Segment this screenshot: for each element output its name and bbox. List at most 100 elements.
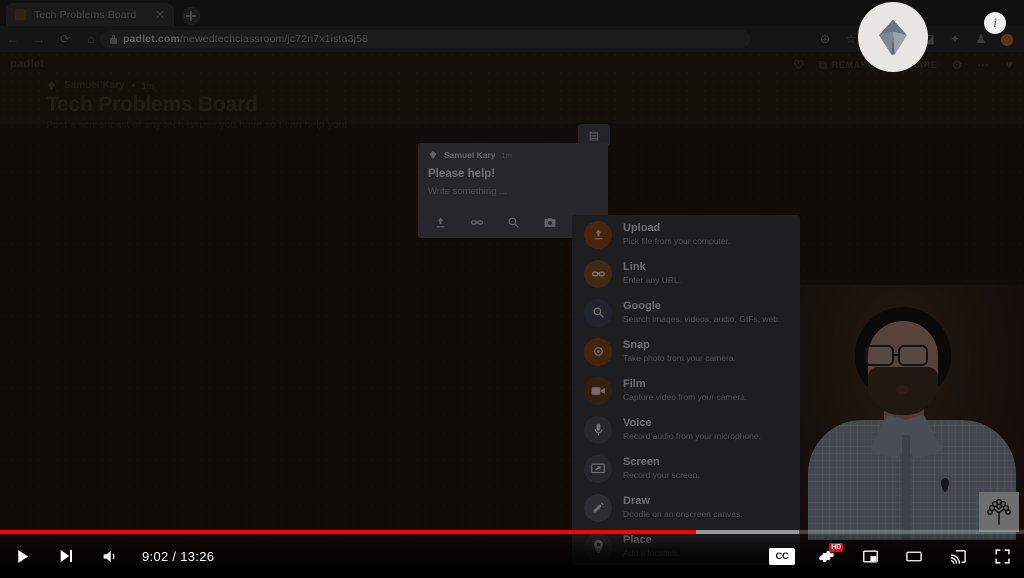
- extensions-icon[interactable]: ✦: [942, 26, 968, 52]
- back-arrow-icon: ←: [7, 32, 19, 46]
- address-bar-url: padlet.com/newedtechclassroom/jc72n7x1is…: [123, 33, 368, 45]
- menu-item-desc: Take photo from your camera.: [623, 352, 736, 363]
- menu-item-snap[interactable]: Snap Take photo from your camera.: [572, 332, 800, 371]
- link-icon: [584, 259, 612, 288]
- address-bar[interactable]: padlet.com/newedtechclassroom/jc72n7x1is…: [100, 30, 750, 48]
- menu-item-title: Screen: [623, 456, 660, 469]
- video-player-controls: 9:02 / 13:26 CC HD: [0, 530, 1024, 578]
- forward-button[interactable]: →: [26, 26, 52, 52]
- board-author-row: Samuel Kary 1m: [46, 80, 347, 91]
- menu-item-title: Draw: [623, 495, 650, 508]
- reload-button[interactable]: ⟳: [52, 26, 78, 52]
- shirt-logo-icon: [941, 478, 949, 492]
- menu-item-google[interactable]: Google Search images, videos, audio, GIFs…: [572, 293, 800, 332]
- new-tab-button[interactable]: [182, 7, 200, 25]
- attachment-menu[interactable]: Upload Pick file from your computer. Link…: [572, 215, 800, 565]
- menu-item-desc: Capture video from your camera.: [623, 391, 748, 402]
- menu-item-voice[interactable]: Voice Record audio from your microphone.: [572, 410, 800, 449]
- board-author-name: Samuel Kary: [64, 80, 125, 91]
- upload-icon: [584, 220, 612, 249]
- closed-captions-icon: CC: [769, 547, 795, 565]
- composer-body-input[interactable]: Write something ...: [418, 180, 608, 197]
- url-domain: padlet.com: [123, 33, 180, 45]
- channel-avatar-overlay[interactable]: [858, 2, 928, 72]
- menu-item-desc: Pick file from your computer.: [623, 235, 731, 246]
- padlet-logo[interactable]: padlet: [10, 58, 44, 70]
- camera-icon[interactable]: [543, 216, 557, 232]
- composer-author-name: Samuel Kary: [444, 150, 496, 160]
- url-path: /newedtechclassroom/jc72n7x1ista3j58: [179, 33, 369, 45]
- menu-item-title: Upload: [623, 222, 661, 235]
- menu-item-film[interactable]: Film Capture video from your camera.: [572, 371, 800, 410]
- search-icon[interactable]: [507, 216, 520, 232]
- separator-dot: [131, 84, 135, 87]
- menu-item-desc: Enter any URL.: [623, 274, 682, 285]
- forward-arrow-icon: →: [33, 32, 45, 46]
- paper-crane-icon: [879, 19, 907, 55]
- next-video-icon: [60, 550, 72, 562]
- menu-item-draw[interactable]: Draw Doodle on an onscreen canvas.: [572, 488, 800, 527]
- screen-record-icon: [584, 454, 612, 483]
- fullscreen-icon: [994, 548, 1010, 564]
- menu-item-link[interactable]: Link Enter any URL.: [572, 254, 800, 293]
- cast-icon: [950, 549, 966, 564]
- miniplayer-button[interactable]: [848, 534, 892, 578]
- menu-item-upload[interactable]: Upload Pick file from your computer.: [572, 215, 800, 254]
- snap-camera-icon: [584, 337, 612, 366]
- share-icon[interactable]: ⊕: [812, 26, 838, 52]
- tab-title: Tech Problems Board: [34, 8, 137, 21]
- upload-icon[interactable]: [434, 216, 447, 232]
- tab-favicon-icon: [14, 8, 27, 21]
- composer-title-input[interactable]: Please help!: [418, 160, 608, 180]
- play-button[interactable]: [0, 534, 44, 578]
- miniplayer-icon: [862, 550, 878, 562]
- board-timestamp: 1m: [141, 80, 155, 91]
- menu-item-title: Film: [623, 378, 646, 391]
- time-display: 9:02 / 13:26: [142, 548, 215, 564]
- browser-tab[interactable]: Tech Problems Board: [6, 3, 174, 26]
- reload-icon: ⟳: [59, 32, 71, 46]
- fullscreen-button[interactable]: [980, 534, 1024, 578]
- menu-item-desc: Doodle on an onscreen canvas.: [623, 508, 743, 519]
- gear-icon[interactable]: ⚙: [952, 58, 963, 72]
- next-video-button[interactable]: [44, 534, 88, 578]
- theater-mode-button[interactable]: [892, 534, 936, 578]
- info-badge[interactable]: i: [984, 12, 1006, 34]
- menu-item-title: Google: [623, 300, 661, 313]
- hd-badge: HD: [829, 543, 843, 552]
- play-icon: [17, 549, 28, 563]
- menu-item-title: Link: [623, 261, 646, 274]
- menu-item-title: Snap: [623, 339, 650, 352]
- lock-icon: [110, 34, 117, 44]
- presenter-webcam-overlay: [800, 285, 1024, 540]
- back-button[interactable]: ←: [0, 26, 26, 52]
- attachment-icon: ▤: [588, 129, 600, 142]
- menu-item-desc: Record your screen.: [623, 469, 700, 480]
- voice-mic-icon: [584, 415, 612, 444]
- cast-button[interactable]: [936, 534, 980, 578]
- tab-close-icon[interactable]: [154, 9, 166, 21]
- video-player-stage: Tech Problems Board ← → ⟳ ⌂ padlet.com/n…: [0, 0, 1024, 578]
- tree-logo-watermark: [979, 492, 1019, 532]
- menu-item-screen[interactable]: Screen Record your screen.: [572, 449, 800, 488]
- author-avatar-icon: [429, 150, 437, 160]
- draw-pencil-icon: [584, 493, 612, 522]
- volume-button[interactable]: [88, 534, 132, 578]
- more-icon[interactable]: ⋯: [977, 58, 990, 72]
- composer-author-row: Samuel Kary 1m: [418, 143, 608, 160]
- user-icon[interactable]: ▼: [1004, 58, 1016, 72]
- player-button-row: 9:02 / 13:26 CC HD: [0, 534, 1024, 578]
- favorite-heart-icon[interactable]: ♡: [793, 58, 804, 72]
- menu-item-title: Voice: [623, 417, 652, 430]
- link-icon[interactable]: [470, 216, 484, 232]
- film-video-icon: [584, 376, 612, 405]
- author-avatar-icon: [47, 80, 56, 91]
- menu-item-desc: Record audio from your microphone.: [623, 430, 761, 441]
- settings-button[interactable]: HD: [804, 534, 848, 578]
- volume-icon: [103, 550, 115, 562]
- closed-captions-button[interactable]: CC: [760, 534, 804, 578]
- home-icon: ⌂: [87, 32, 95, 46]
- theater-mode-icon: [906, 551, 922, 561]
- composer-timestamp: 1m: [501, 150, 512, 160]
- board-title: Tech Problems Board: [46, 93, 258, 116]
